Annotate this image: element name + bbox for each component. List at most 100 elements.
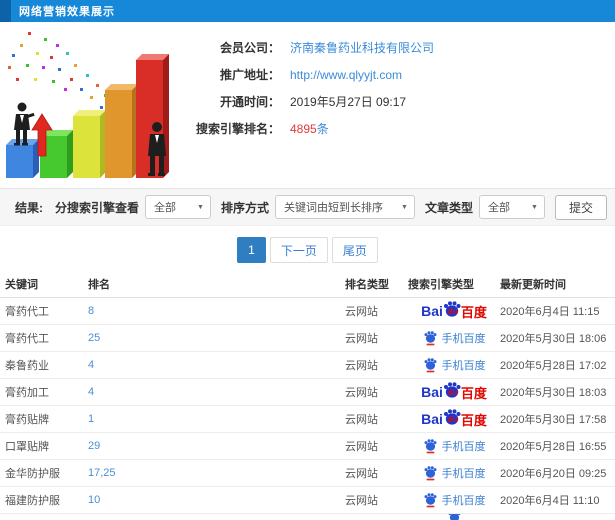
col-rank-type: 排名类型 [345, 278, 389, 291]
chevron-down-icon: ▼ [531, 203, 538, 211]
mobile-baidu-paw-icon [424, 358, 436, 373]
company-link[interactable]: 济南秦鲁药业科技有限公司 [290, 39, 434, 56]
member-info-section: 会员公司： 济南秦鲁药业科技有限公司 推广地址： http://www.qlyy… [0, 22, 615, 186]
pagination: 1 下一页 尾页 [0, 237, 615, 263]
baidu-logo: Bai du 百度 [421, 381, 487, 403]
updated-cell: 2020年6月20日 09:25 [500, 468, 607, 480]
baidu-paw-icon: du [442, 408, 462, 426]
confetti-dots [8, 32, 121, 113]
submit-button[interactable]: 提交 [554, 194, 607, 220]
rank-link[interactable]: 8 [88, 305, 94, 317]
mobile-baidu-logo: 手机百度 [423, 357, 486, 373]
keyword-cell: 金华防护服 [5, 468, 60, 480]
keyword-cell: 膏药代工 [5, 306, 49, 318]
rank-count-suffix: 条 [316, 122, 329, 136]
company-label: 会员公司： [219, 41, 280, 55]
rank-link[interactable]: 10 [88, 494, 100, 506]
engine-cell: Baidu百度 手机百度 [408, 492, 500, 508]
keyword-cell: 膏药代工 [5, 333, 49, 345]
member-info-fields: 会员公司： 济南秦鲁药业科技有限公司 推广地址： http://www.qlyy… [170, 34, 610, 142]
rank-type-cell: 云网站 [345, 387, 378, 399]
article-type-label: 文章类型 [424, 200, 473, 215]
updated-cell: 2020年6月4日 11:10 [500, 495, 600, 507]
growth-chart-illustration [6, 32, 169, 178]
bar-yellow [73, 110, 106, 178]
info-row-url: 推广地址： http://www.qlyyjt.com [170, 61, 610, 88]
keyword-cell: 口罩贴牌 [5, 441, 49, 453]
info-row-rank-count: 搜索引擎排名： 4895条 [170, 115, 610, 142]
mobile-baidu-paw-icon [424, 493, 436, 508]
engine-cell: Baidu百度 手机百度 [408, 300, 500, 322]
updated-cell: 2020年5月28日 16:55 [500, 441, 607, 453]
table-row: 口罩贴牌 29 云网站 Baidu百度 手机百度 2020年5月28日 16:5… [0, 433, 615, 460]
engine-cell: Baidu百度 手机百度 [408, 357, 500, 373]
rank-type-cell: 云网站 [345, 306, 378, 318]
info-row-company: 会员公司： 济南秦鲁药业科技有限公司 [170, 34, 610, 61]
col-keyword: 关键词 [5, 278, 38, 291]
mobile-baidu-paw-icon [424, 331, 436, 346]
mobile-baidu-logo: 手机百度 [423, 465, 486, 481]
col-engine-type: 搜索引擎类型 [408, 278, 474, 291]
engine-filter-value: 全部 [153, 202, 176, 214]
updated-cell: 2020年5月30日 17:58 [500, 414, 607, 426]
page-title: 网络营销效果展示 [19, 6, 115, 18]
chevron-down-icon: ▼ [197, 203, 204, 211]
open-time-value: 2019年5月27日 09:17 [290, 95, 407, 109]
open-time-label: 开通时间： [219, 95, 280, 109]
baidu-paw-icon: du [442, 381, 462, 399]
filter-bar: 结果: 分搜索引擎查看 全部 ▼ 排序方式 关键词由短到长排序 ▼ 文章类型 全… [0, 188, 615, 226]
mobile-baidu-paw-icon [448, 514, 460, 520]
rank-link[interactable]: 4 [88, 386, 94, 398]
rank-link[interactable]: 25 [88, 332, 100, 344]
engine-cell: Baidu百度 手机百度 [408, 381, 500, 403]
rank-link[interactable]: 29 [88, 440, 100, 452]
title-bar: 网络营销效果展示 [0, 0, 615, 22]
updated-cell: 2020年5月30日 18:06 [500, 333, 607, 345]
mobile-baidu-paw-icon [424, 439, 436, 454]
table-row: 金华防护服 17,25 云网站 Baidu百度 手机百度 2020年6月20日 … [0, 460, 615, 487]
filter-group: 分搜索引擎查看 全部 ▼ 排序方式 关键词由短到长排序 ▼ 文章类型 全部 ▼ … [45, 194, 607, 220]
info-row-open-time: 开通时间： 2019年5月27日 09:17 [170, 88, 610, 115]
mobile-baidu-logo: 手机百度 [423, 438, 486, 454]
rank-type-cell: 云网站 [345, 333, 378, 345]
col-rank: 排名 [88, 278, 110, 291]
updated-cell: 2020年5月30日 18:03 [500, 387, 607, 399]
article-type-select[interactable]: 全部 ▼ [478, 195, 545, 219]
next-page-button[interactable]: 下一页 [269, 237, 328, 263]
table-row: 福建防护服 10 云网站 Baidu百度 手机百度 2020年6月4日 11:1… [0, 487, 615, 514]
promo-url-link[interactable]: http://www.qlyyjt.com [290, 68, 402, 82]
engine-filter-select[interactable]: 全部 ▼ [144, 195, 211, 219]
rank-type-cell: 云网站 [345, 441, 378, 453]
sort-filter-select[interactable]: 关键词由短到长排序 ▼ [274, 195, 415, 219]
updated-cell: 2020年6月4日 11:15 [500, 306, 600, 318]
sort-filter-label: 排序方式 [220, 200, 269, 215]
rank-link[interactable]: 17,25 [88, 467, 116, 479]
engine-cell: Baidu百度 手机百度 [408, 408, 500, 430]
keyword-cell: 秦鲁药业 [5, 360, 49, 372]
table-row: 膏药代工 8 云网站 Baidu百度 手机百度 2020年6月4日 11:15 [0, 298, 615, 325]
table-row: 膏药贴牌 1 云网站 Baidu百度 手机百度 2020年5月30日 17:58 [0, 406, 615, 433]
engine-filter-label: 分搜索引擎查看 [54, 200, 139, 215]
keyword-cell: 福建防护服 [5, 495, 60, 507]
mobile-baidu-logo: 手机百度 [423, 330, 486, 346]
result-label: 结果: [15, 200, 43, 215]
page-button-current[interactable]: 1 [237, 237, 266, 263]
rank-link[interactable]: 1 [88, 413, 94, 425]
rank-count-value: 4895条 [290, 120, 329, 137]
rank-type-cell: 云网站 [345, 414, 378, 426]
mobile-baidu-paw-icon [424, 466, 436, 481]
table-header-row: 关键词 排名 排名类型 搜索引擎类型 最新更新时间 [0, 270, 615, 298]
updated-cell: 2020年5月28日 17:02 [500, 360, 607, 372]
col-updated: 最新更新时间 [500, 278, 566, 291]
rank-count-label: 搜索引擎排名： [195, 122, 280, 136]
engine-cell: Baidu百度 手机百度 [408, 438, 500, 454]
engine-cell: Baidu百度 手机百度 [408, 330, 500, 346]
rank-count-number: 4895 [290, 122, 317, 136]
mobile-baidu-logo [447, 514, 462, 520]
table-row: 膏药代工 25 云网站 Baidu百度 手机百度 2020年5月30日 18:0… [0, 325, 615, 352]
chevron-down-icon: ▼ [401, 203, 408, 211]
baidu-paw-icon: du [442, 300, 462, 318]
rank-link[interactable]: 4 [88, 359, 94, 371]
rank-type-cell: 云网站 [345, 360, 378, 372]
last-page-button[interactable]: 尾页 [331, 237, 378, 263]
